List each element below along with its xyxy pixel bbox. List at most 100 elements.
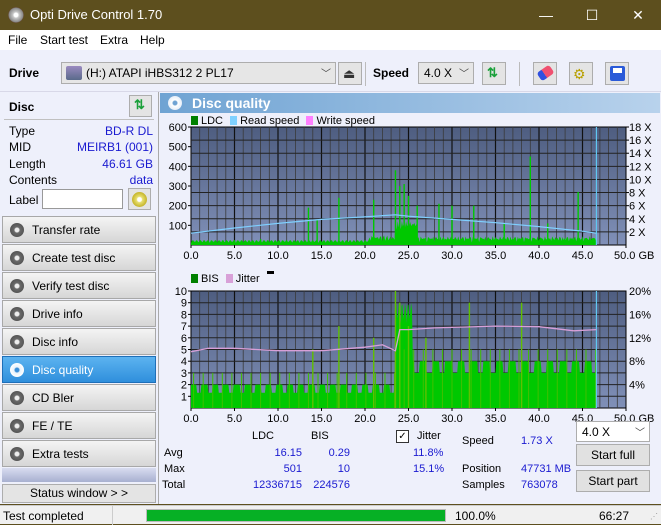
y-tick-label: 100 — [169, 220, 187, 232]
x-tick-label: 40.0 — [528, 250, 549, 260]
panel-header: Disc quality — [160, 93, 660, 113]
elapsed-time: 66:27 — [598, 509, 629, 523]
y2-tick-label: 16% — [629, 309, 651, 321]
avg-ldc: 16.15 — [274, 447, 302, 459]
fe-te-icon — [10, 419, 24, 433]
panel-title: Disc quality — [192, 95, 271, 111]
floppy-icon — [610, 66, 625, 81]
x-tick-label: 35.0 — [485, 413, 506, 424]
position-label: Position — [462, 463, 502, 475]
speed-select[interactable]: 4.0 X ﹀ — [418, 62, 474, 84]
nav-disc-info[interactable]: Disc info — [2, 328, 156, 355]
left-panel: Disc ⇅ Type BD-R DL MID MEIRB1 (001) Len… — [0, 92, 158, 504]
disc-label-button[interactable] — [128, 188, 151, 210]
menu-start-test[interactable]: Start test — [40, 33, 88, 47]
nav-verify-test-disc[interactable]: Verify test disc — [2, 272, 156, 299]
avg-jitter: 11.8% — [413, 447, 444, 459]
menu-file[interactable]: File — [8, 33, 27, 47]
y-tick-label: 600 — [169, 122, 187, 134]
total-label: Total — [162, 479, 186, 491]
avg-bis: 0.29 — [328, 447, 350, 459]
disc-type-value: BD-R DL — [104, 124, 153, 138]
x-tick-label: 0.0 — [183, 250, 198, 260]
disc-label-key: Label — [9, 193, 39, 207]
x-tick-label: 15.0 — [311, 413, 332, 424]
drive-icon — [66, 66, 82, 80]
test-speed-value: 4.0 X — [582, 425, 611, 439]
eraser-icon — [536, 64, 555, 82]
disc-length-value: 46.61 GB — [102, 157, 153, 171]
y-tick-label: 5 — [181, 345, 187, 357]
speed-value: 4.0 X — [424, 66, 453, 80]
x-tick-label: 45.0 — [572, 250, 593, 260]
resize-grip-icon[interactable]: ⋰ — [650, 512, 658, 521]
total-ldc: 12336715 — [253, 479, 302, 491]
nav-create-test-disc[interactable]: Create test disc — [2, 244, 156, 271]
max-bis: 10 — [337, 463, 350, 475]
drive-info-icon — [10, 307, 24, 321]
nav-disc-quality[interactable]: Disc quality — [2, 356, 156, 383]
jitter-label: Jitter — [417, 430, 441, 442]
speed-label: Speed — [373, 66, 410, 80]
x-tick-label: 15.0 — [311, 250, 332, 260]
x-tick-label: 30.0 — [441, 250, 462, 260]
nav-label: Verify test disc — [32, 279, 110, 293]
disc-quality-icon — [168, 96, 182, 110]
test-speed-select[interactable]: 4.0 X ﹀ — [576, 421, 650, 442]
y-tick-label: 500 — [169, 142, 187, 154]
x-tick-label: 40.0 — [528, 413, 549, 424]
nav-fe-te[interactable]: FE / TE — [2, 412, 156, 439]
gears-icon: ⚙ — [573, 66, 586, 82]
nav-label: Disc info — [32, 335, 79, 349]
toolbar-separator — [519, 62, 520, 86]
toolbar: Drive (H:) ATAPI iHBS312 2 PL17 ﹀ ⏏ Spee… — [0, 50, 661, 92]
y-tick-label: 1 — [181, 391, 187, 403]
minimize-button[interactable]: — — [523, 0, 569, 30]
disc-type-key: Type — [9, 124, 36, 138]
jitter-checkbox[interactable]: ✓ — [396, 430, 409, 443]
erase-button[interactable] — [533, 62, 557, 85]
start-part-button[interactable]: Start part — [576, 470, 650, 492]
x-tick-label: 10.0 — [267, 250, 288, 260]
chevron-down-icon: ﹀ — [635, 428, 645, 439]
nav-extra-tests[interactable]: Extra tests — [2, 440, 156, 467]
position-value: 47731 MB — [521, 463, 572, 475]
maximize-button[interactable]: ☐ — [569, 0, 615, 30]
disc-mid-row: MID MEIRB1 (001) — [9, 140, 153, 156]
status-window-button[interactable]: Status window > > — [2, 484, 156, 503]
total-bis: 224576 — [313, 479, 350, 491]
nav-label: Drive info — [32, 307, 83, 321]
cd-bler-icon — [10, 391, 24, 405]
nav-label: CD Bler — [32, 391, 75, 405]
eject-button[interactable]: ⏏ — [338, 62, 362, 85]
disc-refresh-button[interactable]: ⇅ — [129, 95, 152, 117]
drive-select[interactable]: (H:) ATAPI iHBS312 2 PL17 ﹀ — [61, 62, 336, 84]
x-tick-label: 0.0 — [183, 413, 198, 424]
y2-tick-label: 14 X — [629, 148, 652, 160]
x-tick-label: 30.0 — [441, 413, 462, 424]
nav-cd-bler[interactable]: CD Bler — [2, 384, 156, 411]
disc-label-input[interactable] — [42, 189, 123, 209]
col-bis-header: BIS — [311, 430, 329, 442]
ldc-chart: 0.0 5.0 10.0 15.0 20.0 25.0 30.0 35.0 40.0 45.0 50… — [169, 122, 655, 260]
menu-extra[interactable]: Extra — [100, 33, 128, 47]
save-button[interactable] — [605, 62, 629, 85]
divider — [401, 506, 402, 525]
disc-mid-value: MEIRB1 (001) — [76, 140, 153, 154]
x-tick-label: 25.0 — [398, 250, 419, 260]
start-full-button[interactable]: Start full — [576, 444, 650, 466]
nav-label: FE / TE — [32, 419, 73, 433]
nav-drive-info[interactable]: Drive info — [2, 300, 156, 327]
nav-transfer-rate[interactable]: Transfer rate — [2, 216, 156, 243]
menu-help[interactable]: Help — [140, 33, 165, 47]
max-ldc: 501 — [283, 463, 302, 475]
y-tick-label: 200 — [169, 201, 187, 213]
close-button[interactable]: ✕ — [615, 0, 661, 30]
window-title: Opti Drive Control 1.70 — [30, 7, 163, 22]
refresh-button[interactable]: ⇅ — [482, 62, 506, 85]
disc-icon — [132, 192, 147, 207]
title-bar: Opti Drive Control 1.70 — ☐ ✕ — [0, 0, 661, 30]
y2-tick-label: 6 X — [629, 201, 646, 213]
settings-button[interactable]: ⚙ — [569, 62, 593, 85]
x-tick-label: 25.0 — [398, 413, 419, 424]
